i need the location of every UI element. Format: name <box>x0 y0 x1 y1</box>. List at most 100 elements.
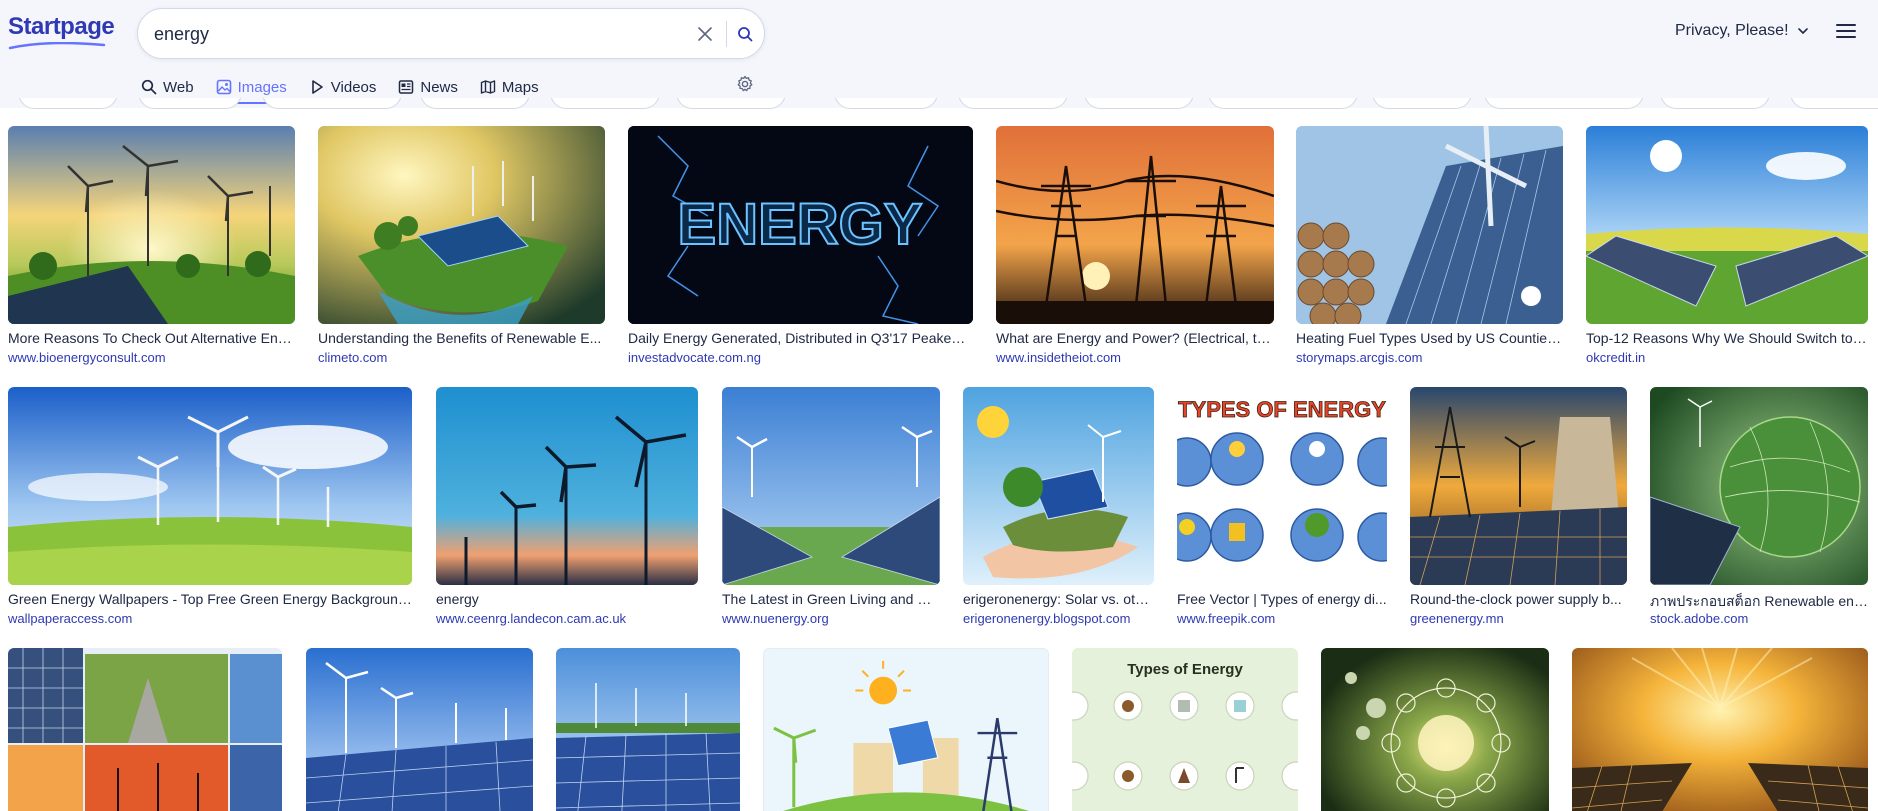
image-result[interactable] <box>763 648 1049 811</box>
image-result[interactable] <box>1321 648 1549 811</box>
result-domain[interactable]: investadvocate.com.ng <box>628 350 973 365</box>
filter-chip[interactable] <box>550 98 660 109</box>
filter-chip[interactable] <box>1484 98 1644 109</box>
result-title[interactable]: What are Energy and Power? (Electrical, … <box>996 330 1274 346</box>
result-thumbnail <box>763 648 1049 811</box>
filter-chip[interactable] <box>834 98 938 109</box>
filter-chip[interactable] <box>420 98 530 109</box>
result-thumbnail <box>1410 387 1627 585</box>
filter-chip[interactable] <box>1208 98 1358 109</box>
result-domain[interactable]: stock.adobe.com <box>1650 611 1868 626</box>
result-thumbnail <box>8 126 295 324</box>
tab-label: Maps <box>501 78 539 96</box>
result-thumbnail <box>8 648 282 811</box>
image-settings-button[interactable] <box>736 75 756 95</box>
result-title[interactable]: More Reasons To Check Out Alternative En… <box>8 330 295 346</box>
result-domain[interactable]: greenenergy.mn <box>1410 611 1627 626</box>
search-icon <box>738 27 753 42</box>
result-thumbnail <box>556 648 740 811</box>
play-icon <box>311 80 323 94</box>
logo-text: Startpage <box>8 13 115 40</box>
menu-line <box>1836 36 1856 38</box>
image-result[interactable]: Top-12 Reasons Why We Should Switch to .… <box>1586 126 1868 365</box>
filter-chip[interactable] <box>1372 98 1472 109</box>
image-result[interactable]: Heating Fuel Types Used by US Counties..… <box>1296 126 1563 365</box>
result-domain[interactable]: www.freepik.com <box>1177 611 1387 626</box>
privacy-label: Privacy, Please! <box>1675 22 1789 39</box>
search-divider <box>726 21 727 47</box>
result-domain[interactable]: wallpaperaccess.com <box>8 611 412 626</box>
result-thumbnail: TYPES OF ENERGY <box>1177 387 1387 585</box>
types-of-energy-text: TYPES OF ENERGY <box>1178 397 1386 422</box>
filter-chip[interactable] <box>1790 98 1878 109</box>
search-submit-button[interactable] <box>732 21 758 47</box>
filter-chip[interactable] <box>676 98 786 109</box>
result-domain[interactable]: climeto.com <box>318 350 605 365</box>
map-icon <box>480 80 496 94</box>
privacy-menu-button[interactable]: Privacy, Please! <box>1675 22 1809 40</box>
result-domain[interactable]: storymaps.arcgis.com <box>1296 350 1563 365</box>
menu-line <box>1836 24 1856 26</box>
search-input[interactable] <box>154 22 674 46</box>
search-icon <box>141 79 157 95</box>
image-result[interactable]: Green Energy Wallpapers - Top Free Green… <box>8 387 412 626</box>
result-domain[interactable]: www.ceenrg.landecon.cam.ac.uk <box>436 611 698 626</box>
result-thumbnail <box>1296 126 1563 324</box>
result-domain[interactable]: www.bioenergyconsult.com <box>8 350 295 365</box>
image-result[interactable]: ภาพประกอบสต็อก Renewable ener... stock.a… <box>1650 387 1868 626</box>
image-result[interactable]: More Reasons To Check Out Alternative En… <box>8 126 295 365</box>
image-result[interactable]: TYPES OF ENERGY Free Vector | Types of e… <box>1177 387 1387 626</box>
image-result[interactable]: Understanding the Benefits of Renewable … <box>318 126 605 365</box>
gear-icon <box>737 75 753 92</box>
result-title[interactable]: The Latest in Green Living and Su... <box>722 591 940 607</box>
image-result[interactable]: Round-the-clock power supply b... greene… <box>1410 387 1627 626</box>
image-result[interactable]: Types of Energy <box>1072 648 1298 811</box>
result-title[interactable]: Top-12 Reasons Why We Should Switch to .… <box>1586 330 1868 346</box>
image-result[interactable]: erigeronenergy: Solar vs. oth... erigero… <box>963 387 1154 626</box>
result-thumbnail <box>1586 126 1868 324</box>
result-domain[interactable]: okcredit.in <box>1586 350 1868 365</box>
result-thumbnail <box>963 387 1154 585</box>
result-title[interactable]: erigeronenergy: Solar vs. oth... <box>963 591 1154 607</box>
result-domain[interactable]: www.nuenergy.org <box>722 611 940 626</box>
image-result[interactable]: energy www.ceenrg.landecon.cam.ac.uk <box>436 387 698 626</box>
image-result[interactable] <box>306 648 533 811</box>
clear-search-button[interactable] <box>694 23 716 45</box>
result-title[interactable]: Understanding the Benefits of Renewable … <box>318 330 605 346</box>
filter-chip[interactable] <box>138 98 242 109</box>
tab-label: News <box>420 78 458 96</box>
image-result[interactable]: The Latest in Green Living and Su... www… <box>722 387 940 626</box>
result-thumbnail <box>318 126 605 324</box>
image-icon <box>216 79 231 95</box>
result-thumbnail <box>436 387 698 585</box>
result-title[interactable]: Free Vector | Types of energy di... <box>1177 591 1387 607</box>
result-title[interactable]: energy <box>436 591 698 607</box>
filter-chip[interactable] <box>1660 98 1770 109</box>
image-result[interactable] <box>8 648 282 811</box>
startpage-logo[interactable]: Startpage <box>8 13 115 50</box>
result-thumbnail <box>8 387 412 585</box>
result-title[interactable]: Daily Energy Generated, Distributed in Q… <box>628 330 973 346</box>
result-title[interactable]: Heating Fuel Types Used by US Counties..… <box>1296 330 1563 346</box>
hamburger-menu-button[interactable] <box>1834 20 1858 44</box>
image-result[interactable] <box>1572 648 1868 811</box>
result-title[interactable]: ภาพประกอบสต็อก Renewable ener... <box>1650 591 1868 613</box>
logo-swoosh-icon <box>8 42 106 50</box>
filter-chip[interactable] <box>262 98 402 109</box>
close-icon <box>698 27 712 41</box>
result-title[interactable]: Green Energy Wallpapers - Top Free Green… <box>8 591 412 607</box>
result-title[interactable]: Round-the-clock power supply b... <box>1410 591 1627 607</box>
filter-chip[interactable] <box>1084 98 1194 109</box>
image-result[interactable]: ENERGY Daily Energy Generated, Distribut… <box>628 126 973 365</box>
tab-label: Videos <box>330 78 377 96</box>
filter-chips-strip <box>0 98 1878 112</box>
tab-label: Web <box>163 78 194 96</box>
image-result[interactable] <box>556 648 740 811</box>
result-domain[interactable]: erigeronenergy.blogspot.com <box>963 611 1154 626</box>
chevron-down-icon <box>1797 28 1808 35</box>
filter-chip[interactable] <box>18 98 118 109</box>
result-thumbnail <box>996 126 1274 324</box>
result-domain[interactable]: www.insidetheiot.com <box>996 350 1274 365</box>
image-result[interactable]: What are Energy and Power? (Electrical, … <box>996 126 1274 365</box>
filter-chip[interactable] <box>958 98 1068 109</box>
